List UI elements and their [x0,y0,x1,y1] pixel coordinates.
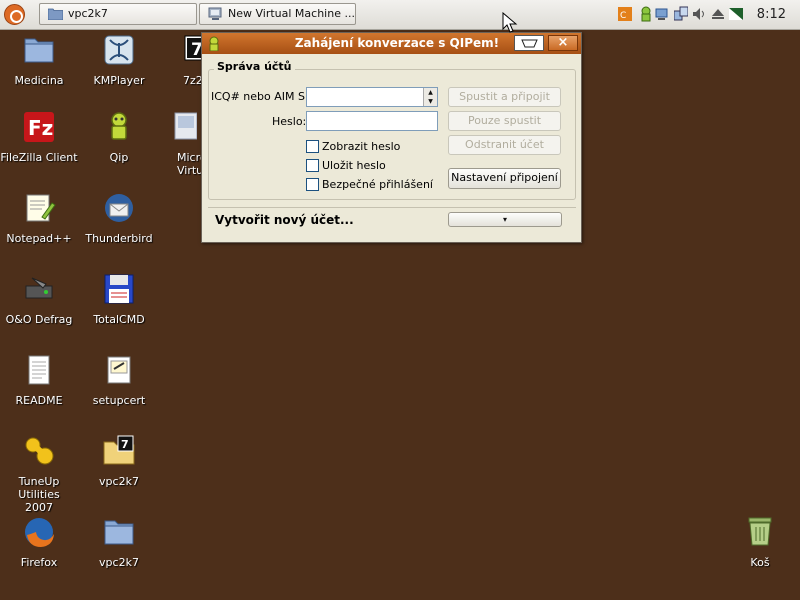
svg-text:C: C [620,11,626,21]
desktop-icon-oo-defrag[interactable]: O&O Defrag [0,272,81,326]
uin-combobox[interactable]: ▲ ▼ [306,87,438,107]
folder-icon [104,520,134,545]
desktop-icon-qip[interactable]: Qip [77,110,161,164]
thunderbird-icon [105,194,133,222]
desktop-icon-notepad-plus-plus[interactable]: Notepad++ [0,191,81,245]
firefox-icon [25,518,54,547]
desktop-icon-vpc2k7-folder[interactable]: vpc2k7 [77,515,161,569]
qip-tray-icon[interactable] [639,6,653,22]
qip-login-dialog: Zahájení konverzace s QIPem! × Správa úč… [201,32,582,243]
desktop-icon-kmplayer[interactable]: KMPlayer [77,33,161,87]
qip-icon [111,112,127,140]
language-dropdown-button[interactable]: ▾ [448,212,562,227]
kmplayer-icon [104,35,134,65]
taskbar-item-new-virtual-machine[interactable]: New Virtual Machine ... [199,3,356,25]
dialog-title: Zahájení konverzace s QIPem! [294,36,500,50]
close-icon: × [557,35,569,50]
desktop-icon-filezilla[interactable]: Fz FileZilla Client [0,110,81,164]
7zip-archive-folder-icon: 7 [103,435,135,465]
start-only-button[interactable]: Pouze spustit [448,111,561,131]
desktop-icon-totalcmd[interactable]: TotalCMD [77,272,161,326]
desktop-icon-medicina[interactable]: Medicina [0,33,81,87]
volume-icon[interactable] [692,6,706,22]
create-new-account-link[interactable]: Vytvořit nový účet... [215,213,354,227]
network-connections-icon[interactable] [674,6,688,22]
password-label: Heslo: [272,115,307,128]
floppy-disk-icon [104,274,134,304]
tray-app-icon[interactable]: C [618,6,632,22]
divider [208,207,576,208]
svg-text:Fz: Fz [28,116,53,140]
save-password-checkbox[interactable] [306,159,319,172]
save-password-label: Uložit heslo [322,159,386,172]
group-label: Správa účtů [214,60,295,73]
desktop-icon-thunderbird[interactable]: Thunderbird [77,191,161,245]
tuneup-icon [25,437,54,465]
network-tray-icon[interactable] [655,6,669,22]
secure-login-label: Bezpečné přihlášení [322,178,433,191]
mouse-cursor-icon [502,12,518,33]
notepad-plus-icon [26,194,56,222]
certificate-icon [107,356,131,384]
minimize-button[interactable] [514,35,544,51]
connect-button[interactable]: Spustit a připojit [448,87,561,107]
qip-icon [209,36,219,51]
defrag-icon [25,277,53,299]
connection-settings-button[interactable]: Nastavení připojení [448,168,561,189]
top-panel: vpc2k7 New Virtual Machine ... C 8:12 [0,0,800,30]
secure-login-checkbox[interactable] [306,178,319,191]
close-button[interactable]: × [548,35,578,51]
desktop-icon-vpc2k7-archive[interactable]: 7 vpc2k7 [77,434,161,488]
folder-icon [48,8,63,20]
folder-icon [24,38,54,63]
taskbar-item-label: New Virtual Machine ... [228,7,355,20]
virtual-pc-icon [174,112,198,140]
uin-label: ICQ# nebo AIM SN [211,90,314,103]
desktop-icon-readme[interactable]: README [0,353,81,407]
text-document-icon [28,355,50,385]
status-flag-icon[interactable] [728,6,744,22]
uin-spin-icon[interactable]: ▲ ▼ [423,88,437,106]
clock[interactable]: 8:12 [757,7,786,22]
minimize-icon [521,39,538,48]
desktop-icon-trash[interactable]: Koš [718,515,800,569]
filezilla-icon: Fz [24,112,54,142]
eject-icon[interactable] [711,6,725,22]
desktop-icon-setupcert[interactable]: setupcert [77,353,161,407]
ubuntu-menu-icon[interactable] [4,4,25,25]
svg-text:7: 7 [121,438,129,451]
taskbar-item-vpc2k7[interactable]: vpc2k7 [39,3,197,25]
show-password-checkbox[interactable] [306,140,319,153]
taskbar-item-label: vpc2k7 [68,7,108,20]
password-field[interactable] [306,111,438,131]
virtual-pc-icon [208,7,222,20]
chevron-down-icon: ▾ [502,215,507,224]
dialog-title-bar[interactable]: Zahájení konverzace s QIPem! × [202,33,581,54]
remove-account-button[interactable]: Odstranit účet [448,135,561,155]
desktop-icon-firefox[interactable]: Firefox [0,515,81,569]
trash-icon [748,517,772,546]
show-password-label: Zobrazit heslo [322,140,401,153]
desktop-icon-tuneup[interactable]: TuneUp Utilities 2007 [0,434,81,514]
